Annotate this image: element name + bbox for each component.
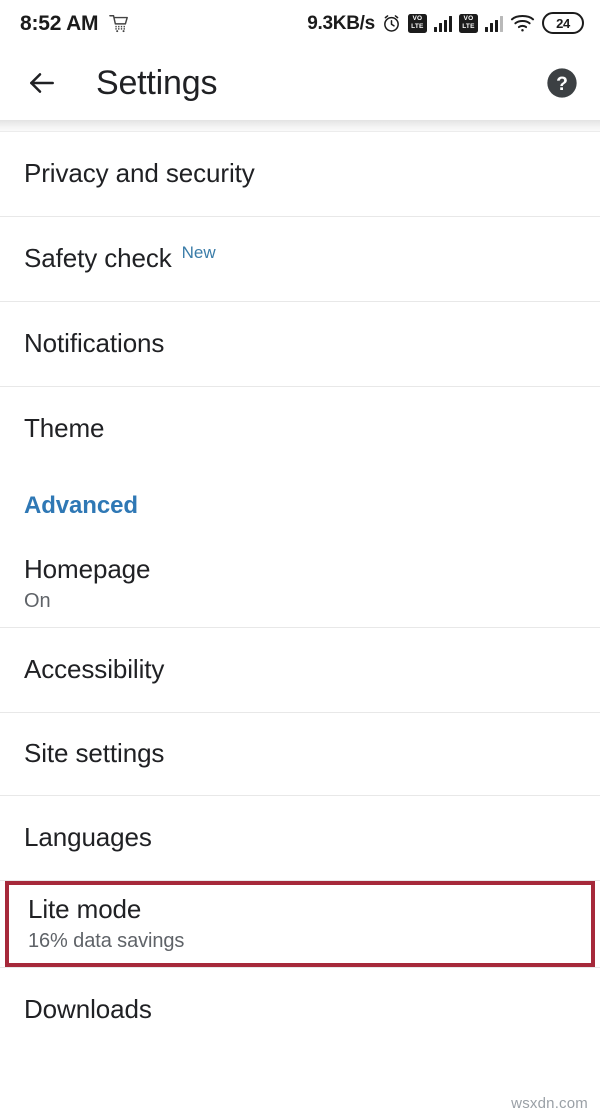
status-badge-new: New xyxy=(181,243,216,263)
status-bar: 8:52 AM 9.3KB/s VO LTE VO LTE 24 xyxy=(0,0,600,46)
row-title: Safety check New xyxy=(24,243,576,274)
volte-icon-sim2: VO LTE xyxy=(458,13,478,33)
status-time: 8:52 AM xyxy=(20,11,99,35)
settings-row-site-settings[interactable]: Site settings xyxy=(0,713,600,795)
row-title: Homepage xyxy=(24,553,151,584)
row-subtitle: On xyxy=(24,590,51,613)
row-title: Site settings xyxy=(24,738,165,769)
settings-row-lite-mode[interactable]: Lite mode 16% data savings xyxy=(5,881,595,967)
row-title: Theme xyxy=(24,413,105,444)
help-circle-icon[interactable]: ? xyxy=(546,67,578,99)
settings-row-safety-check[interactable]: Safety check New xyxy=(0,217,600,301)
watermark: wsxdn.com xyxy=(511,1095,588,1112)
settings-row-languages[interactable]: Languages xyxy=(0,796,600,880)
settings-list: Privacy and security Safety check New No… xyxy=(0,132,600,1052)
row-subtitle: 16% data savings xyxy=(28,930,185,953)
row-title: Lite mode xyxy=(28,893,142,924)
back-arrow-icon[interactable] xyxy=(26,67,58,99)
network-speed: 9.3KB/s xyxy=(307,12,375,34)
settings-row-accessibility[interactable]: Accessibility xyxy=(0,628,600,712)
battery-indicator: 24 xyxy=(542,12,584,34)
settings-row-homepage[interactable]: Homepage On xyxy=(0,541,600,627)
svg-text:?: ? xyxy=(556,74,568,95)
page-title: Settings xyxy=(96,63,218,102)
volte-icon-sim1: VO LTE xyxy=(407,13,427,33)
row-title: Privacy and security xyxy=(24,158,255,189)
app-bar: Settings ? xyxy=(0,46,600,120)
row-title-text: Safety check xyxy=(24,243,172,274)
app-bar-shadow xyxy=(0,120,600,132)
status-bar-left: 8:52 AM xyxy=(20,13,130,34)
row-title: Languages xyxy=(24,822,152,853)
wifi-icon xyxy=(510,13,535,33)
signal-bars-sim2 xyxy=(484,15,503,32)
phone-screen: 8:52 AM 9.3KB/s VO LTE VO LTE 24 Setting… xyxy=(0,0,600,1118)
settings-row-theme[interactable]: Theme xyxy=(0,387,600,471)
settings-row-privacy-and-security[interactable]: Privacy and security xyxy=(0,132,600,216)
alarm-clock-icon xyxy=(382,14,401,33)
settings-row-notifications[interactable]: Notifications xyxy=(0,302,600,386)
status-bar-right: 9.3KB/s VO LTE VO LTE 24 xyxy=(307,12,584,34)
shopping-cart-icon xyxy=(108,13,130,33)
row-title: Notifications xyxy=(24,328,165,359)
settings-row-downloads[interactable]: Downloads xyxy=(0,968,600,1052)
section-header-advanced: Advanced xyxy=(24,492,138,519)
signal-bars-sim1 xyxy=(433,15,452,32)
row-title: Downloads xyxy=(24,994,152,1025)
row-title: Accessibility xyxy=(24,654,165,685)
